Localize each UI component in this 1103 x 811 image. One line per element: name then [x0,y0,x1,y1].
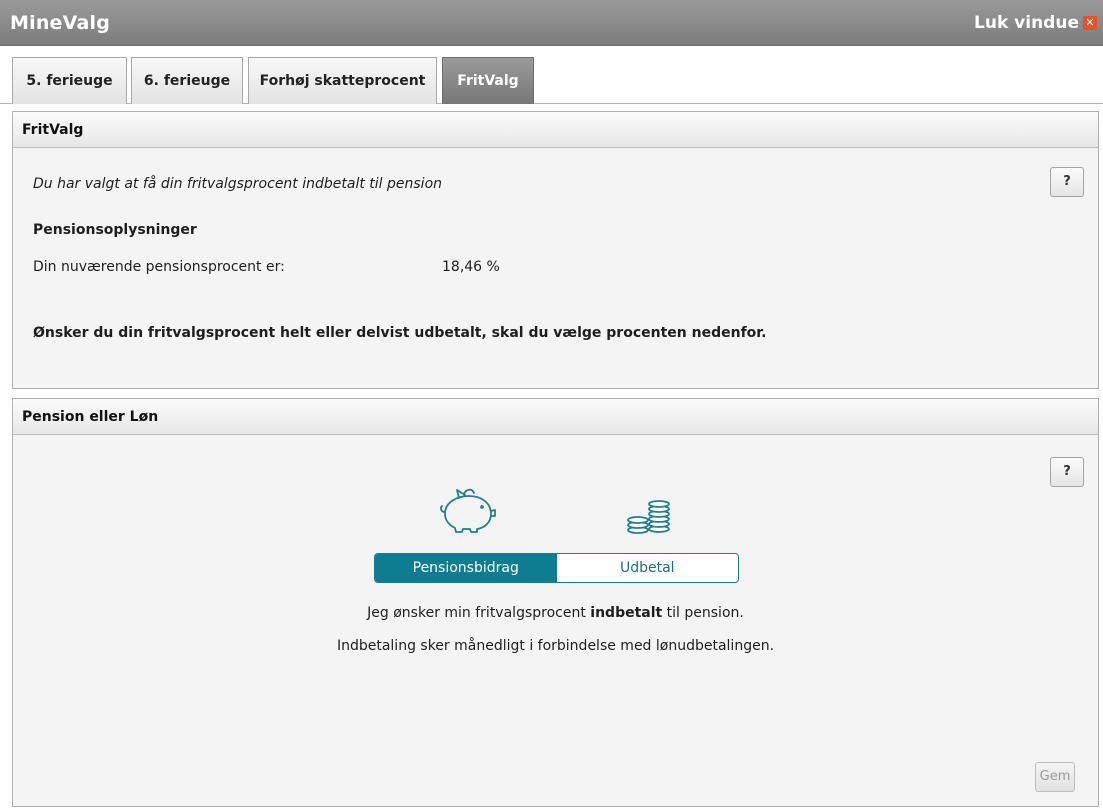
tab-6-ferieuge[interactable]: 6. ferieuge [131,57,243,104]
coin-stack-icon [627,500,670,534]
app-window: MineValg Luk vindue ✕ 5. ferieuge 6. fer… [0,0,1103,811]
title-bar: MineValg Luk vindue ✕ [0,0,1103,46]
fritvalg-help-button[interactable]: ? [1050,167,1084,197]
choice-text-post: til pension. [662,605,744,621]
close-window-label: Luk vindue [974,13,1079,33]
tab-fritvalg[interactable]: FritValg [442,57,534,104]
tab-5-ferieuge[interactable]: 5. ferieuge [12,57,127,104]
pension-help-button[interactable]: ? [1050,457,1084,487]
fritvalg-intro-text: Du har valgt at få din fritvalgsprocent … [33,176,443,192]
toggle-option-udbetal[interactable]: Udbetal [556,554,738,582]
pension-choice-text: Jeg ønsker min fritvalgsprocent indbetal… [12,605,1099,621]
pension-payout-toggle[interactable]: Pensionsbidrag Udbetal [374,553,739,583]
piggy-bank-icon [440,488,496,533]
payment-schedule-text: Indbetaling sker månedligt i forbindelse… [336,638,775,654]
fritvalg-panel-header: FritValg [13,112,1098,148]
save-button[interactable]: Gem [1035,762,1075,792]
choice-text-pre: Jeg ønsker min fritvalgsprocent [367,605,591,621]
close-window-button[interactable]: Luk vindue ✕ [974,13,1097,33]
pension-rate-value: 18,46 % [442,259,500,275]
fritvalg-panel: FritValg ? Du har valgt at få din fritva… [12,111,1099,389]
close-icon[interactable]: ✕ [1083,16,1097,30]
app-title: MineValg [10,12,111,34]
choice-text-bold: indbetalt [590,605,663,621]
payout-notice: Ønsker du din fritvalgsprocent helt elle… [33,325,767,341]
pension-rate-label: Din nuværende pensionsprocent er: [33,259,285,275]
pension-panel-header: Pension eller Løn [13,399,1098,435]
pension-or-salary-panel: Pension eller Løn ? [12,398,1099,807]
tab-strip: 5. ferieuge 6. ferieuge Forhøj skattepro… [0,46,1103,104]
pension-info-title: Pensionsoplysninger [33,222,197,238]
toggle-option-pensionsbidrag[interactable]: Pensionsbidrag [375,554,557,582]
tab-forhoej-skatteprocent[interactable]: Forhøj skatteprocent [248,57,437,104]
